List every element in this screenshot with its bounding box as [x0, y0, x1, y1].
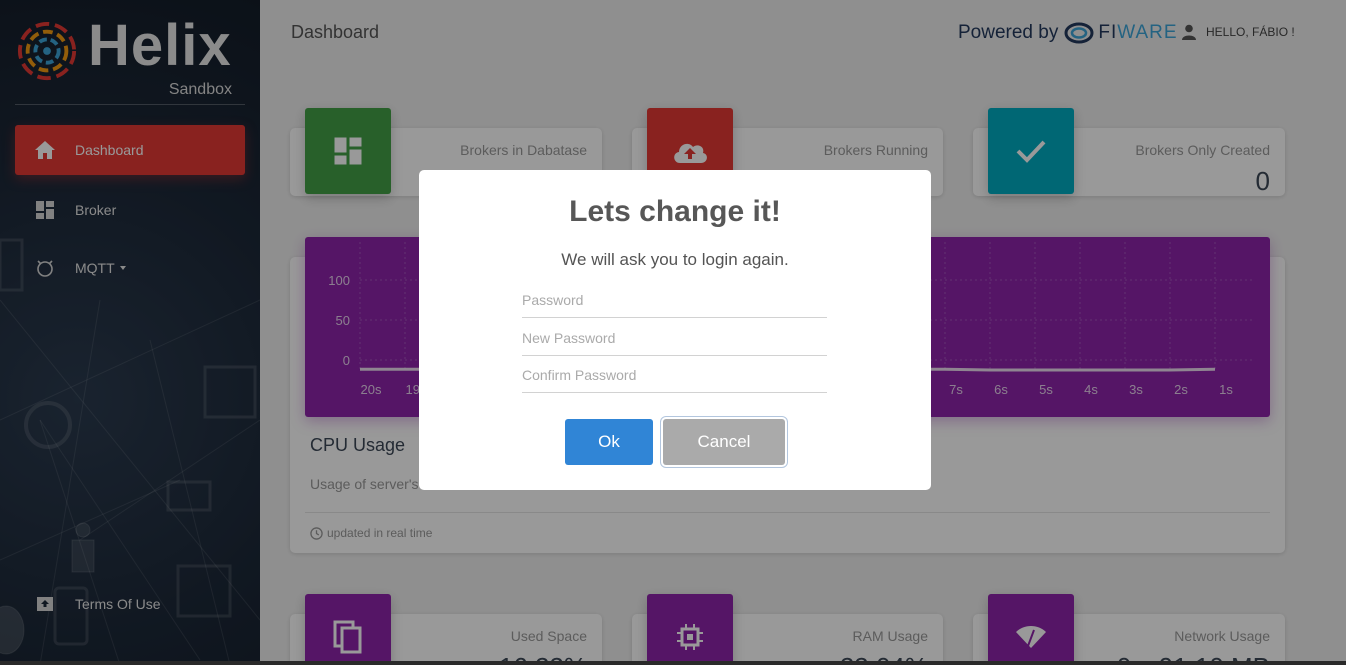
password-field[interactable] [522, 282, 827, 318]
ok-button[interactable]: Ok [565, 419, 653, 465]
change-password-dialog: Lets change it! We will ask you to login… [419, 170, 931, 490]
dialog-message: We will ask you to login again. [561, 250, 789, 269]
cancel-button[interactable]: Cancel [663, 419, 785, 465]
bottom-scrollbar[interactable] [0, 661, 1346, 665]
confirm-password-field[interactable] [522, 357, 827, 393]
dialog-title: Lets change it! [569, 195, 781, 228]
new-password-field[interactable] [522, 320, 827, 356]
